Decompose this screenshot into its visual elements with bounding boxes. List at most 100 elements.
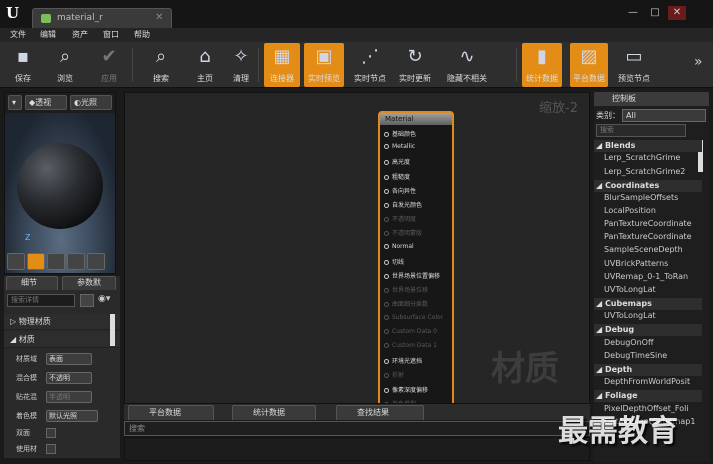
toolbar-button-6[interactable]: ▦ 连接器 <box>264 43 300 87</box>
palette-category[interactable]: ◢ Debug <box>594 324 702 337</box>
menu-item-1[interactable]: 编辑 <box>40 29 56 40</box>
property-dropdown[interactable]: 表面 <box>46 353 92 365</box>
menu-item-4[interactable]: 帮助 <box>134 29 150 40</box>
input-pin[interactable]: Custom Data 1 <box>384 342 437 349</box>
more-tools-icon[interactable]: » <box>694 54 703 70</box>
section-material[interactable]: ◢ 材质 <box>4 332 120 348</box>
toolbar-button-8[interactable]: ⋰ 实时节点 <box>350 43 390 87</box>
palette-item[interactable]: PanTextureCoordinate <box>604 232 692 241</box>
toolbar-button-7[interactable]: ▣ 实时预览 <box>304 43 344 87</box>
palette-item[interactable]: DebugOnOff <box>604 338 653 347</box>
menu-item-2[interactable]: 资产 <box>72 29 88 40</box>
palette-category[interactable]: ◢ Foliage <box>594 390 702 403</box>
input-pin[interactable]: 基础颜色 <box>384 129 416 138</box>
palette-item[interactable]: UVBrickPatterns <box>604 259 668 268</box>
tab-parameter-defaults[interactable]: 参数默 <box>62 276 116 290</box>
checkbox[interactable] <box>46 444 56 454</box>
input-pin[interactable]: 各向异性 <box>384 186 416 195</box>
property-dropdown[interactable]: 默认光照 <box>46 410 98 422</box>
toolbar-button-0[interactable]: ▪ 保存 <box>4 43 42 87</box>
pin-label: Custom Data 1 <box>392 342 437 349</box>
close-tab-icon[interactable]: ✕ <box>155 12 163 23</box>
palette-item[interactable]: BlurSampleOffsets <box>604 193 678 202</box>
maximize-button[interactable]: □ <box>646 6 664 20</box>
menu-item-3[interactable]: 窗口 <box>103 29 119 40</box>
find-results-search-input[interactable]: 搜索 <box>124 421 590 436</box>
checkbox[interactable] <box>46 428 56 438</box>
toolbar-button-13[interactable]: ▭ 预览节点 <box>612 43 656 87</box>
palette-item[interactable]: DepthFromWorldPosit <box>604 377 690 386</box>
input-pin[interactable]: 不透明度 <box>384 214 416 223</box>
palette-item[interactable]: DebugTimeSine <box>604 351 667 360</box>
input-pin[interactable]: 环境光遮挡 <box>384 356 422 365</box>
toolbar-button-2[interactable]: ✔ 应用 <box>90 43 128 87</box>
custom-mesh-icon[interactable] <box>87 253 105 270</box>
property-dropdown[interactable]: 半透明 <box>46 391 92 403</box>
palette-search-input[interactable]: 搜索 <box>596 124 686 137</box>
bottom-tab-0[interactable]: 平台数据 <box>128 405 214 420</box>
sphere-icon[interactable] <box>27 253 45 270</box>
palette-item[interactable]: LocalPosition <box>604 206 656 215</box>
toolbar-button-5[interactable]: ✧ 清理 <box>224 43 258 87</box>
details-scrollbar[interactable] <box>110 314 115 346</box>
input-pin[interactable]: Custom Data 0 <box>384 328 437 335</box>
details-search-input[interactable]: 搜索详情 <box>7 294 75 307</box>
eye-icon[interactable]: ◉▾ <box>98 294 110 304</box>
palette-category[interactable]: ◢ Coordinates <box>594 179 702 192</box>
category-label: 类别： <box>596 111 620 120</box>
document-tab[interactable]: material_r ✕ <box>32 8 172 28</box>
input-pin[interactable]: 曲面细分乘数 <box>384 299 428 308</box>
input-pin[interactable]: Normal <box>384 243 414 250</box>
toolbar-button-1[interactable]: ⌕ 浏览 <box>46 43 84 87</box>
palette-item[interactable]: Lerp_ScratchGrime <box>604 153 680 162</box>
palette-item[interactable]: UVToLongLat <box>604 311 656 320</box>
input-pin[interactable]: 世界场景位置偏移 <box>384 271 440 280</box>
palette-category[interactable]: ◢ Cubemaps <box>594 297 702 310</box>
cylinder-icon[interactable] <box>7 253 25 270</box>
palette-category[interactable]: ◢ Depth <box>594 363 702 376</box>
category-select[interactable]: All <box>622 109 706 122</box>
minimize-button[interactable]: — <box>624 6 642 20</box>
toolbar-button-11[interactable]: ▮ 统计数据 <box>522 43 562 87</box>
property-dropdown[interactable]: 不透明 <box>46 372 92 384</box>
close-window-button[interactable]: ✕ <box>668 6 686 20</box>
palette-category[interactable]: ◢ Blends <box>594 140 702 152</box>
pin-icon <box>384 343 389 348</box>
plane-icon[interactable] <box>47 253 65 270</box>
palette-item[interactable]: UVRemap_0-1_ToRan <box>604 272 688 281</box>
material-graph[interactable]: 缩放-2 材质 Material 基础颜色 Metallic 高光度 粗糙度 各向异性自… <box>124 92 590 404</box>
input-pin[interactable]: Subsurface Color <box>384 314 443 321</box>
toolbar-button-12[interactable]: ▨ 平台数据 <box>570 43 608 87</box>
palette-item[interactable]: UVToLongLat <box>604 285 656 294</box>
section-physical-material[interactable]: ▷ 物理材质 <box>4 314 120 330</box>
input-pin[interactable]: 不透明蒙版 <box>384 228 422 237</box>
grid-view-icon[interactable] <box>80 294 94 307</box>
input-pin[interactable]: 世界场景位移 <box>384 285 428 294</box>
material-result-node[interactable]: Material 基础颜色 Metallic 高光度 粗糙度 各向异性 自发光颜色 不透明度… <box>378 111 454 403</box>
input-pin[interactable]: 高光度 <box>384 157 410 166</box>
tab-details[interactable]: 细节 <box>6 276 58 290</box>
lit-button[interactable]: ◐光照 <box>70 95 112 110</box>
palette-item[interactable]: SampleSceneDepth <box>604 245 683 254</box>
input-pin[interactable]: 折射 <box>384 370 404 379</box>
input-pin[interactable]: 粗糙度 <box>384 172 410 181</box>
bottom-tab-2[interactable]: 查找结果 <box>336 405 424 420</box>
viewport-buttons: ▾ ◆透视 ◐光照 <box>5 95 115 111</box>
input-pin[interactable]: 自发光颜色 <box>384 200 422 209</box>
palette-item[interactable]: PanTextureCoordinate <box>604 219 692 228</box>
menu-item-0[interactable]: 文件 <box>10 29 26 40</box>
toolbar-button-9[interactable]: ↻ 实时更新 <box>394 43 436 87</box>
toolbar-button-3[interactable]: ⌕ 搜索 <box>140 43 182 87</box>
palette-item[interactable]: Lerp_ScratchGrime2 <box>604 167 685 176</box>
toolbar-button-10[interactable]: ∿ 隐藏不相关 <box>438 43 496 87</box>
checkbox-row: 双面 <box>4 426 120 440</box>
input-pin[interactable]: Metallic <box>384 143 415 150</box>
perspective-button[interactable]: ◆透视 <box>25 95 67 110</box>
cube-icon[interactable] <box>67 253 85 270</box>
toolbar-button-4[interactable]: ⌂ 主页 <box>188 43 222 87</box>
material-preview-viewport[interactable]: ▾ ◆透视 ◐光照 Z <box>4 92 116 274</box>
viewport-options-button[interactable]: ▾ <box>8 95 22 110</box>
bottom-tab-1[interactable]: 统计数据 <box>232 405 316 420</box>
input-pin[interactable]: 切线 <box>384 257 404 266</box>
input-pin[interactable]: 像素深度偏移 <box>384 385 428 394</box>
